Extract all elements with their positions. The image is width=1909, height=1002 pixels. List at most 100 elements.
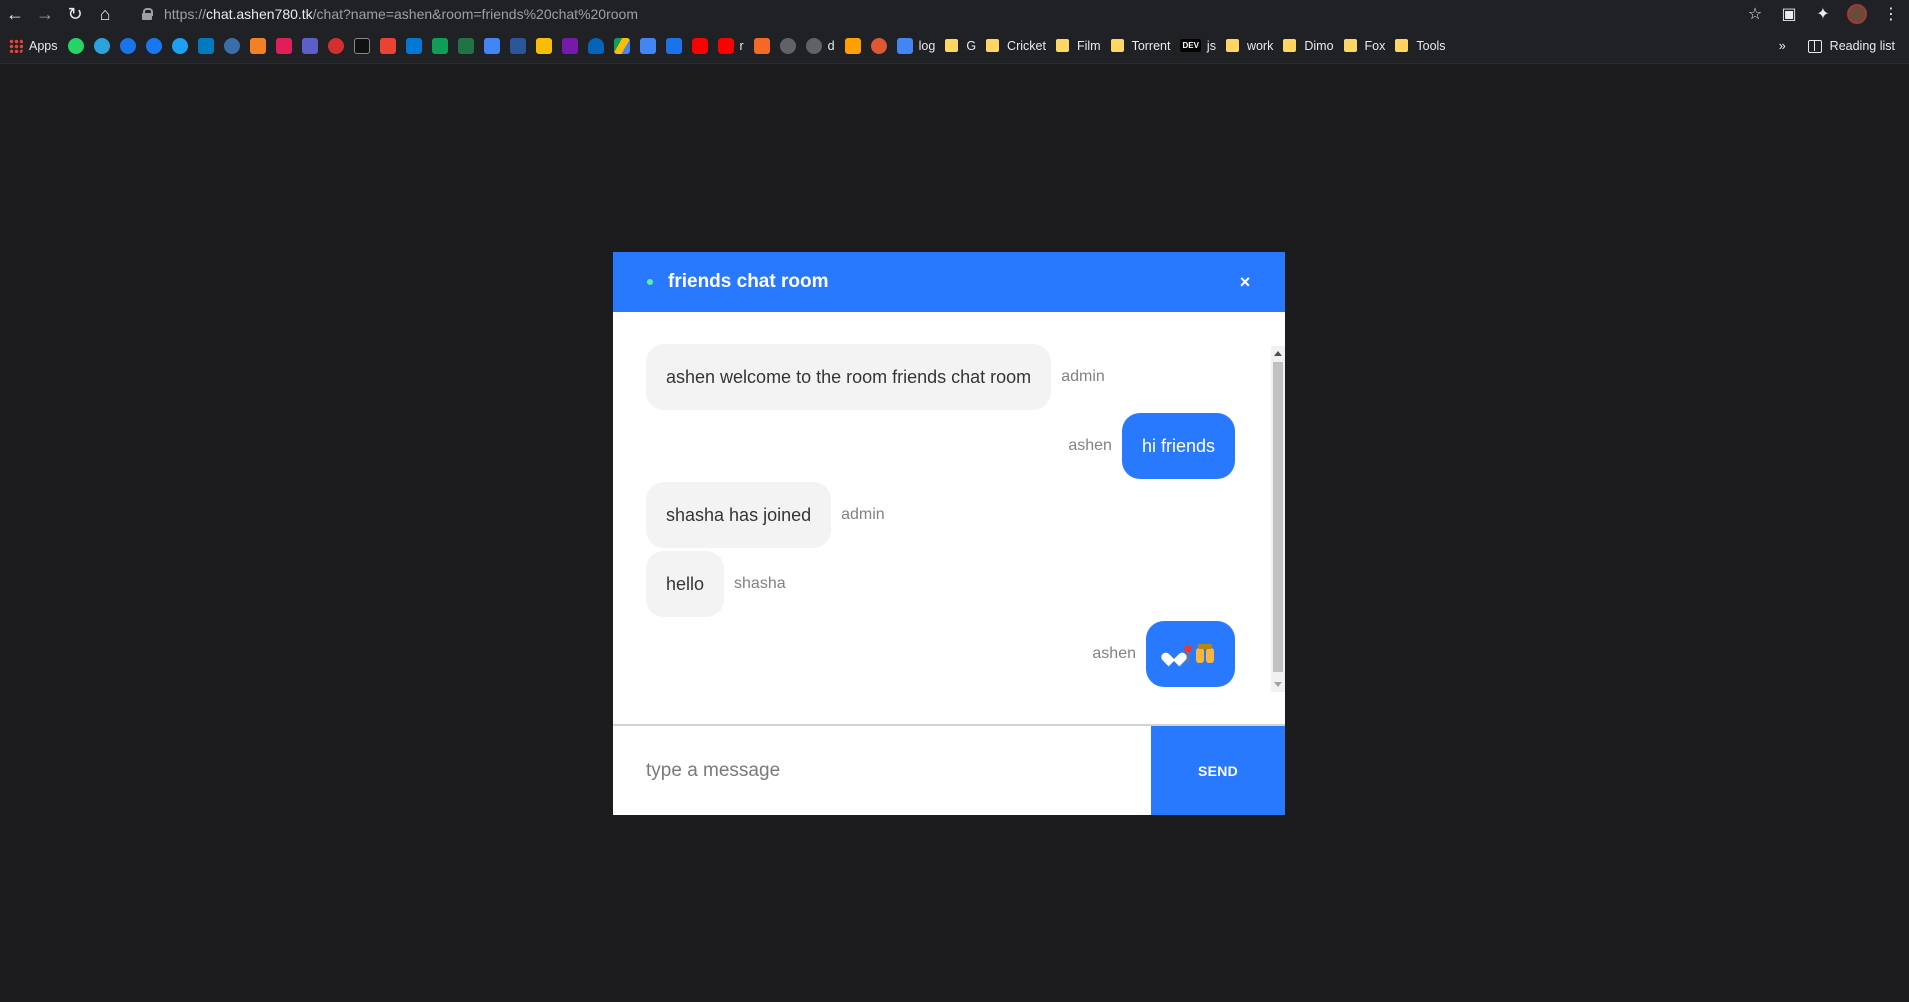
profile-avatar[interactable] bbox=[1847, 4, 1867, 24]
bookmark-folder-fox[interactable]: Fox bbox=[1339, 28, 1391, 64]
chat-window: friends chat room × ashen welcome to the… bbox=[613, 252, 1285, 815]
send-button[interactable]: SEND bbox=[1151, 726, 1285, 815]
bookmark-sheets[interactable] bbox=[427, 28, 453, 64]
bookmark-whatsapp[interactable] bbox=[63, 28, 89, 64]
bookmark-word[interactable] bbox=[505, 28, 531, 64]
folder-icon bbox=[1395, 39, 1409, 52]
home-icon[interactable]: ⌂ bbox=[90, 0, 120, 28]
scroll-down-arrow-icon[interactable] bbox=[1274, 682, 1282, 687]
bookmark-edge[interactable] bbox=[323, 28, 349, 64]
menu-kebab-icon[interactable]: ⋮ bbox=[1881, 4, 1901, 24]
scroll-up-arrow-icon[interactable] bbox=[1274, 351, 1282, 356]
message-row: ashen bbox=[1092, 621, 1235, 687]
tab-search-icon[interactable]: ▣ bbox=[1779, 4, 1799, 24]
onedrive-icon bbox=[587, 37, 604, 54]
bookmark-messenger[interactable] bbox=[115, 28, 141, 64]
back-arrow-icon[interactable]: ← bbox=[0, 0, 30, 28]
bookmark-dev-js[interactable]: DEV js bbox=[1175, 28, 1220, 64]
bookmark-regex[interactable] bbox=[349, 28, 375, 64]
bookmark-r-label: r bbox=[739, 38, 744, 53]
bookmark-work-label: work bbox=[1246, 38, 1274, 53]
bookmark-twitter[interactable] bbox=[167, 28, 193, 64]
outlook-icon bbox=[405, 37, 422, 54]
bookmark-star-icon[interactable]: ☆ bbox=[1745, 4, 1765, 24]
bookmark-film-label: Film bbox=[1076, 38, 1101, 53]
bookmark-github[interactable] bbox=[775, 28, 801, 64]
address-bar[interactable]: https://chat.ashen780.tk/chat?name=ashen… bbox=[128, 2, 1768, 26]
bookmark-meet[interactable] bbox=[661, 28, 687, 64]
bookmark-folder-work[interactable]: work bbox=[1221, 28, 1278, 64]
bookmarks-overflow-chevron-icon[interactable]: » bbox=[1779, 39, 1786, 53]
bookmark-youtube[interactable] bbox=[687, 28, 713, 64]
bookmark-keep[interactable] bbox=[531, 28, 557, 64]
message-row: ashen welcome to the room friends chat r… bbox=[646, 344, 1115, 410]
dev-icon: DEV bbox=[1180, 39, 1201, 52]
twitter-icon bbox=[171, 37, 188, 54]
bookmark-folder-dimo[interactable]: Dimo bbox=[1278, 28, 1338, 64]
bookmark-trello[interactable] bbox=[193, 28, 219, 64]
regex-icon bbox=[353, 37, 370, 54]
raising-hands-icon bbox=[1195, 644, 1215, 664]
bookmark-apps[interactable]: Apps bbox=[4, 28, 63, 64]
messenger-icon bbox=[119, 37, 136, 54]
bookmark-calendar[interactable] bbox=[635, 28, 661, 64]
bookmark-excel[interactable] bbox=[453, 28, 479, 64]
bookmark-outlook[interactable] bbox=[401, 28, 427, 64]
bookmarks-bar: Apps r d log G Cricket Film Torrent DEV j… bbox=[0, 28, 1909, 64]
forward-arrow-icon[interactable]: → bbox=[30, 0, 60, 28]
bookmark-folder-torrent[interactable]: Torrent bbox=[1106, 28, 1176, 64]
apps-grid-icon bbox=[9, 38, 23, 53]
bookmark-log[interactable]: log bbox=[892, 28, 941, 64]
bookmark-folder-tools[interactable]: Tools bbox=[1390, 28, 1450, 64]
online-status-icon bbox=[647, 279, 653, 285]
bookmark-docs[interactable] bbox=[479, 28, 505, 64]
folder-icon bbox=[1225, 39, 1239, 52]
message-list: ashen welcome to the room friends chat r… bbox=[613, 312, 1285, 724]
message-bubble: hello bbox=[646, 551, 725, 617]
message-scrollbar[interactable] bbox=[1271, 346, 1285, 692]
bookmark-folder-film[interactable]: Film bbox=[1051, 28, 1106, 64]
docs-icon bbox=[483, 37, 500, 54]
teams-icon bbox=[301, 37, 318, 54]
bookmark-teams[interactable] bbox=[297, 28, 323, 64]
bookmark-link[interactable] bbox=[219, 28, 245, 64]
bookmark-onenote[interactable] bbox=[557, 28, 583, 64]
reload-icon[interactable]: ↻ bbox=[60, 0, 90, 28]
bookmark-folder-cricket[interactable]: Cricket bbox=[981, 28, 1051, 64]
bookmark-firebase[interactable] bbox=[840, 28, 866, 64]
slack-icon bbox=[275, 37, 292, 54]
scroll-thumb[interactable] bbox=[1273, 362, 1283, 672]
url-host: chat.ashen780.tk bbox=[206, 6, 313, 22]
word-icon bbox=[509, 37, 526, 54]
github-icon bbox=[805, 37, 822, 54]
message-bubble: shasha has joined bbox=[646, 482, 832, 548]
bookmark-facebook[interactable] bbox=[141, 28, 167, 64]
bookmark-github-d[interactable]: d bbox=[801, 28, 840, 64]
bookmark-telegram[interactable] bbox=[89, 28, 115, 64]
message-input[interactable] bbox=[613, 726, 1151, 815]
bookmark-folder-g[interactable]: G bbox=[940, 28, 981, 64]
bookmark-onedrive[interactable] bbox=[583, 28, 609, 64]
bookmark-box[interactable] bbox=[749, 28, 775, 64]
bookmark-cricket-label: Cricket bbox=[1007, 38, 1046, 53]
facebook-icon bbox=[145, 37, 162, 54]
message-row: hello shasha bbox=[646, 551, 796, 617]
bookmark-gmail[interactable] bbox=[375, 28, 401, 64]
bookmark-js-label: js bbox=[1206, 38, 1216, 53]
extensions-puzzle-icon[interactable]: ✦ bbox=[1813, 4, 1833, 24]
room-title: friends chat room bbox=[668, 271, 829, 292]
onenote-icon bbox=[561, 37, 578, 54]
close-icon[interactable]: × bbox=[1235, 272, 1255, 292]
box-icon bbox=[753, 37, 770, 54]
gmail-icon bbox=[379, 37, 396, 54]
reading-list-button[interactable]: Reading list bbox=[1807, 39, 1895, 53]
white-heart-icon bbox=[1166, 647, 1182, 661]
bookmark-dimo-label: Dimo bbox=[1304, 38, 1334, 53]
bookmark-drive[interactable] bbox=[609, 28, 635, 64]
bookmark-stackoverflow[interactable] bbox=[245, 28, 271, 64]
stackoverflow-icon bbox=[249, 37, 266, 54]
bookmark-slack[interactable] bbox=[271, 28, 297, 64]
bookmark-youtube-r[interactable]: r bbox=[713, 28, 749, 64]
bookmark-duckduckgo[interactable] bbox=[866, 28, 892, 64]
sheets-icon bbox=[431, 37, 448, 54]
